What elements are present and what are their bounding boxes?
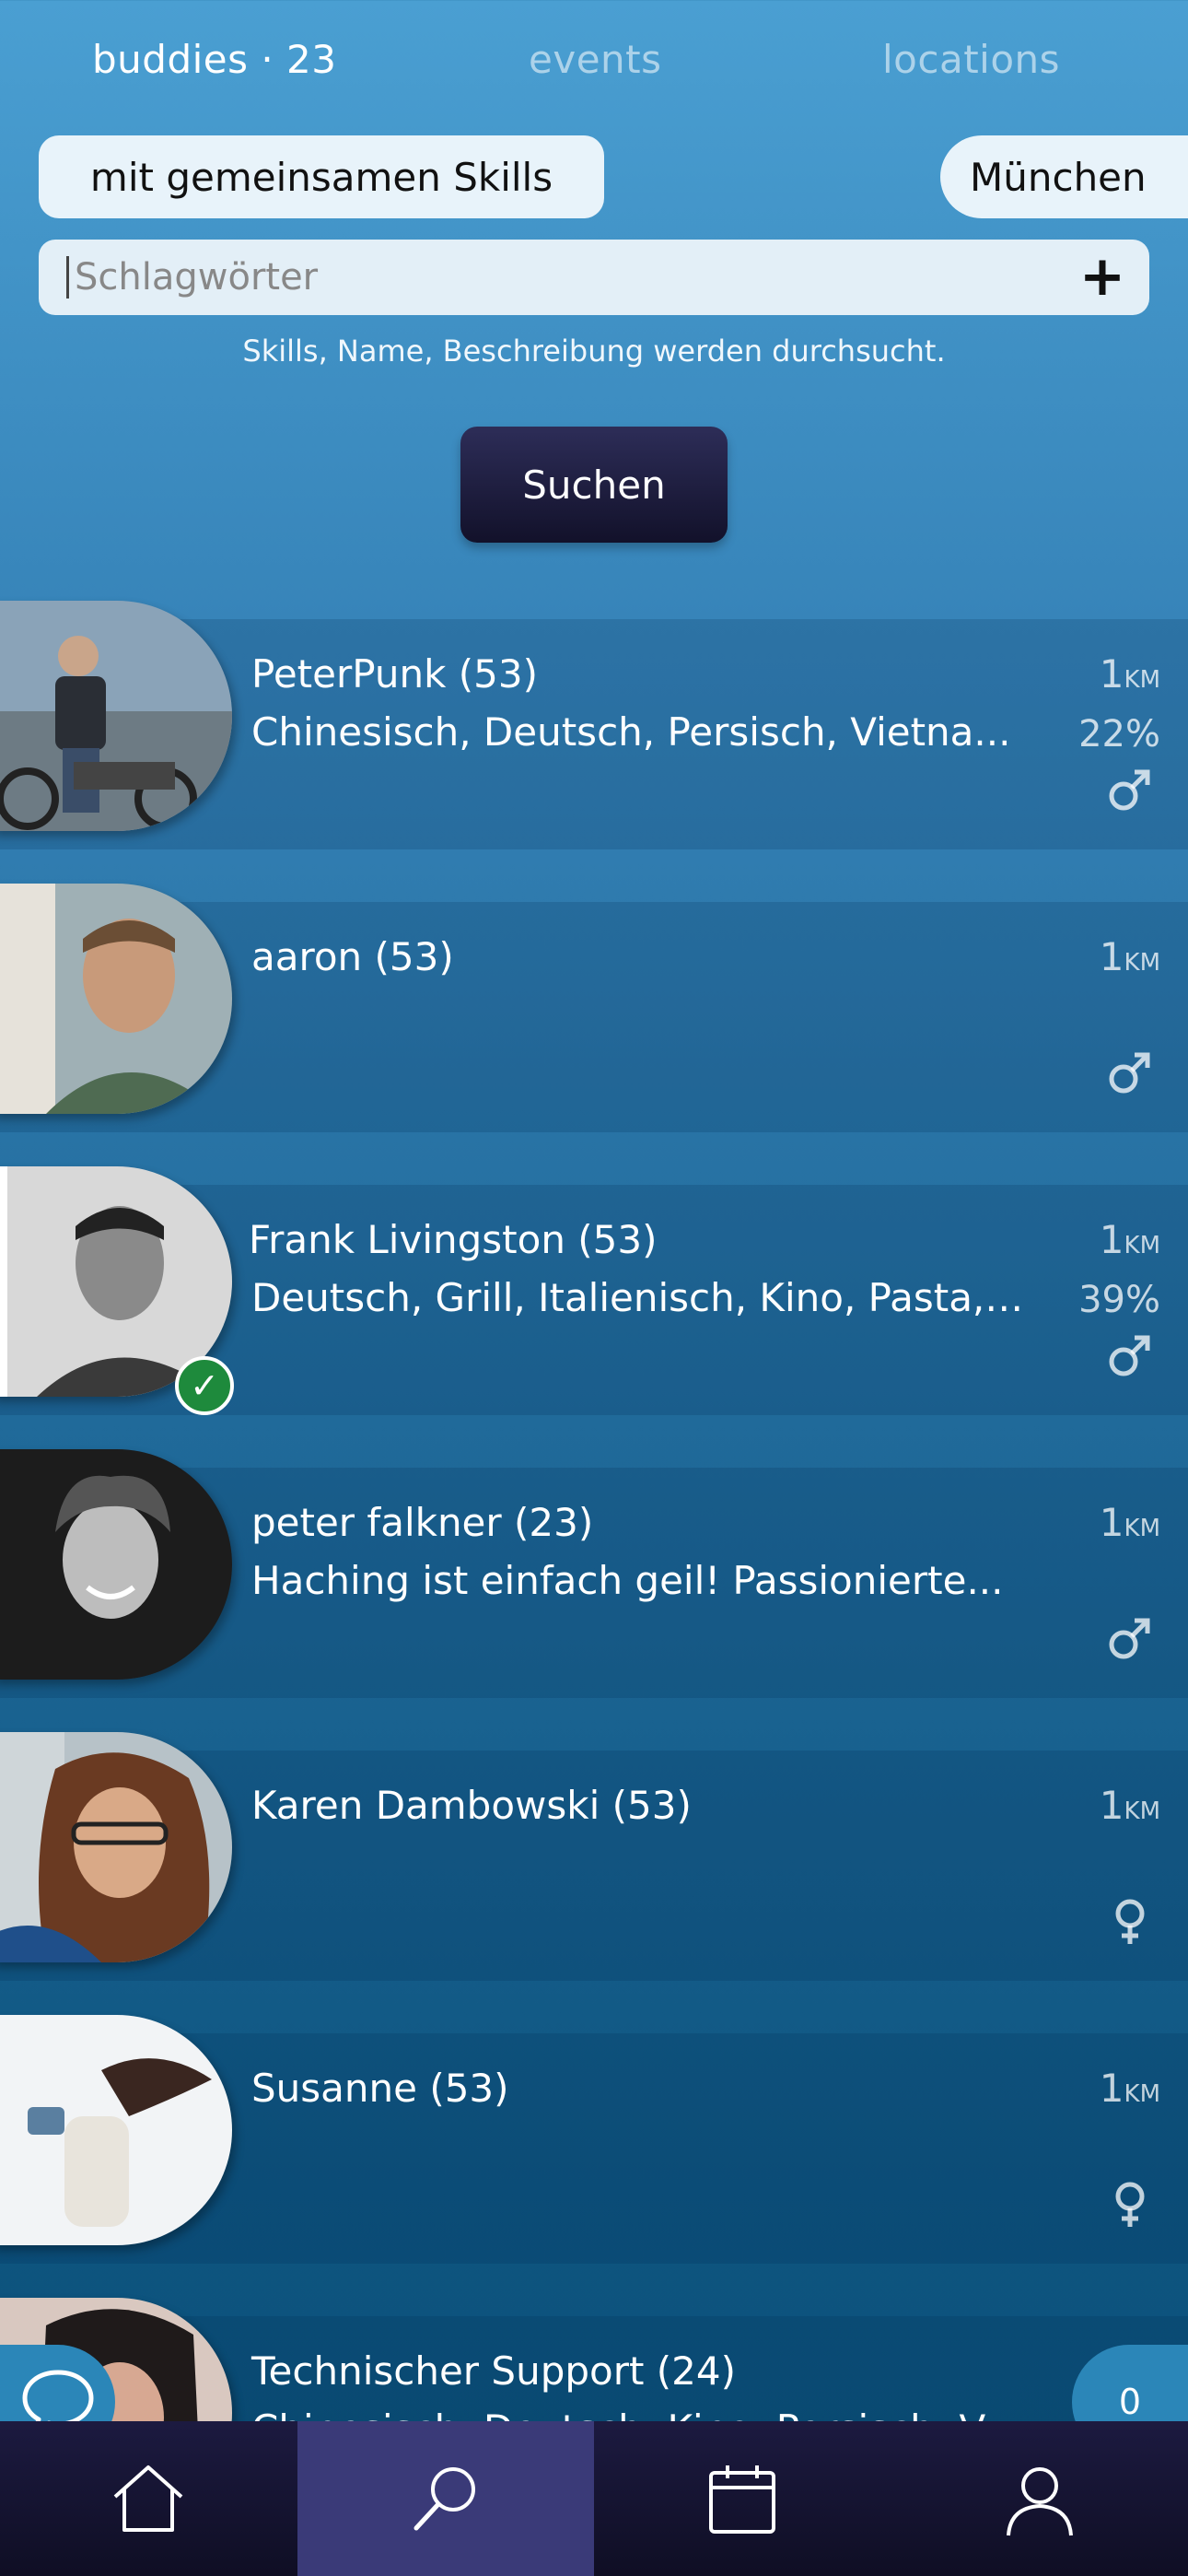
distance-value: 1	[1099, 1217, 1124, 1262]
distance: 1KM	[1100, 1500, 1160, 1545]
calendar-icon	[709, 2465, 775, 2534]
city-filter-button[interactable]: München	[940, 135, 1188, 218]
list-item[interactable]: ✓ Frank Livingston (53) Deutsch, Grill, …	[0, 1166, 1188, 1415]
female-icon	[1115, 2182, 1145, 2227]
buddy-skills: Chinesisch, Deutsch, Persisch, Vietna...	[251, 709, 1011, 755]
buddy-description: Haching ist einfach geil! Passionierte..…	[251, 1558, 1004, 1603]
distance-unit: KM	[1124, 949, 1160, 977]
distance: 1KM	[1100, 1783, 1160, 1828]
avatar	[0, 884, 232, 1114]
male-icon	[1109, 1618, 1150, 1659]
avatar	[0, 1732, 232, 1962]
distance-value: 1	[1099, 934, 1124, 979]
buddy-name: aaron (53)	[251, 934, 454, 979]
nav-home[interactable]	[0, 2421, 297, 2576]
search-hint: Skills, Name, Beschreibung werden durchs…	[242, 334, 946, 369]
nav-profile[interactable]	[891, 2421, 1188, 2576]
avatar	[0, 601, 232, 831]
tab-buddies[interactable]: buddies · 23	[92, 37, 337, 82]
bottom-nav	[0, 2421, 1188, 2576]
distance-value: 1	[1099, 1783, 1124, 1828]
tab-locations[interactable]: locations	[882, 37, 1060, 82]
buddy-name: Susanne (53)	[251, 2066, 509, 2111]
list-item[interactable]: Karen Dambowski (53) 1KM	[0, 1732, 1188, 1981]
buddy-name: peter falkner (23)	[251, 1500, 594, 1545]
distance: 1KM	[1100, 2066, 1160, 2111]
male-icon	[1109, 1335, 1150, 1376]
distance-unit: KM	[1124, 2080, 1160, 2108]
add-keyword-button[interactable]: +	[1074, 249, 1131, 306]
verified-badge: ✓	[175, 1356, 234, 1415]
distance: 1KM	[1100, 934, 1160, 979]
female-icon	[1115, 1899, 1145, 1944]
distance-unit: KM	[1124, 1797, 1160, 1825]
distance-value: 1	[1099, 1500, 1124, 1545]
distance-unit: KM	[1124, 1515, 1160, 1542]
top-tabs: buddies · 23 events locations	[0, 37, 1188, 101]
male-icon	[1109, 1052, 1150, 1094]
nav-calendar[interactable]	[594, 2421, 891, 2576]
keyword-input[interactable]	[66, 256, 1061, 299]
distance: 1KM	[1100, 651, 1160, 697]
buddy-name: Frank Livingston (53)	[249, 1217, 658, 1262]
profile-icon	[1007, 2467, 1073, 2536]
list-item[interactable]: PeterPunk (53) Chinesisch, Deutsch, Pers…	[0, 601, 1188, 849]
search-icon	[413, 2467, 475, 2531]
list-item[interactable]: Susanne (53) 1KM	[0, 2015, 1188, 2264]
match-percent: 22%	[1078, 713, 1160, 755]
keyword-search-field: +	[39, 240, 1149, 315]
match-percent: 39%	[1078, 1279, 1160, 1321]
search-button[interactable]: Suchen	[460, 427, 728, 543]
distance-value: 1	[1099, 651, 1124, 697]
skills-filter-button[interactable]: mit gemeinsamen Skills	[39, 135, 604, 218]
list-item[interactable]: aaron (53) 1KM	[0, 884, 1188, 1132]
buddy-name: Karen Dambowski (53)	[251, 1783, 692, 1828]
distance: 1KM	[1100, 1217, 1160, 1262]
distance-value: 1	[1099, 2066, 1124, 2111]
avatar	[0, 1449, 232, 1680]
distance-unit: KM	[1124, 666, 1160, 694]
tab-events[interactable]: events	[529, 37, 662, 82]
buddy-skills: Deutsch, Grill, Italienisch, Kino, Pasta…	[251, 1275, 1025, 1320]
list-item[interactable]: peter falkner (23) Haching ist einfach g…	[0, 1449, 1188, 1698]
nav-search[interactable]	[297, 2421, 594, 2576]
home-icon	[113, 2465, 183, 2532]
buddy-name: Technischer Support (24)	[251, 2348, 737, 2394]
distance-unit: KM	[1124, 1232, 1160, 1259]
buddy-name: PeterPunk (53)	[251, 651, 538, 697]
male-icon	[1109, 769, 1150, 811]
avatar	[0, 2015, 232, 2245]
